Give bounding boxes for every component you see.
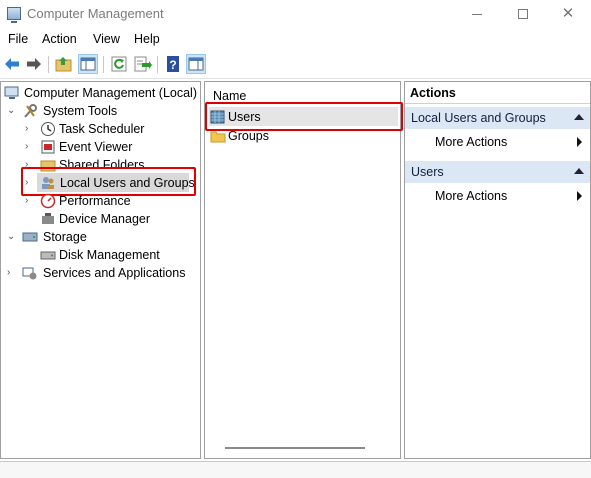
list-item-groups[interactable]: Groups [210, 127, 395, 145]
console-tree-pane[interactable]: Computer Management (Local) ⌄ System Too… [0, 81, 201, 459]
help-button[interactable]: ? [163, 54, 183, 74]
chevron-right-icon[interactable]: › [25, 196, 35, 206]
chevron-right-icon[interactable]: › [7, 268, 17, 278]
menu-file[interactable]: File [8, 32, 28, 46]
menu-bar: File Action View Help [0, 29, 591, 49]
tree-label: Disk Management [59, 248, 160, 262]
menu-help[interactable]: Help [134, 32, 160, 46]
chevron-right-icon[interactable]: › [25, 142, 35, 152]
horizontal-scrollbar[interactable] [225, 447, 365, 449]
toolbar: ? [0, 51, 591, 79]
event-viewer-icon [40, 139, 56, 155]
toolbar-separator [48, 56, 49, 73]
refresh-icon [111, 56, 127, 72]
window-title: Computer Management [27, 6, 164, 21]
computer-management-icon [4, 85, 20, 101]
column-header-name[interactable]: Name [213, 89, 246, 103]
tree-item-storage[interactable]: ⌄ Storage [5, 228, 200, 246]
toolbar-separator [157, 56, 158, 73]
status-bar [0, 461, 591, 478]
tree-label: Services and Applications [43, 266, 186, 280]
chevron-right-icon[interactable]: › [25, 124, 35, 134]
maximize-button[interactable] [500, 0, 546, 28]
submenu-arrow-icon [577, 137, 582, 147]
computer-management-icon [7, 7, 21, 23]
show-hide-action-pane-button[interactable] [186, 54, 206, 74]
results-pane[interactable]: Name Users Groups [204, 81, 403, 459]
tree-label: Device Manager [59, 212, 151, 226]
collapse-up-icon[interactable] [574, 168, 584, 174]
show-hide-console-tree-button[interactable] [78, 54, 98, 74]
tree-label: System Tools [43, 104, 118, 118]
actions-section-local-users-and-groups[interactable]: Local Users and Groups [405, 107, 590, 129]
action-label: More Actions [435, 189, 508, 203]
section-label: Local Users and Groups [411, 111, 546, 125]
tree-item-system-tools[interactable]: ⌄ System Tools [5, 102, 200, 120]
system-tools-icon [22, 103, 38, 119]
tree-item-services-and-applications[interactable]: › Services and Applications [5, 264, 200, 282]
tree-label: Event Viewer [59, 140, 133, 154]
submenu-arrow-icon [577, 191, 582, 201]
tree-item-task-scheduler[interactable]: › Task Scheduler [23, 120, 198, 138]
actions-section-users[interactable]: Users [405, 161, 590, 183]
minimize-button[interactable] [454, 0, 500, 28]
services-applications-icon [22, 265, 38, 281]
tree-item-computer-management[interactable]: Computer Management (Local) [4, 84, 199, 102]
svg-text:?: ? [169, 58, 176, 72]
tree-item-performance[interactable]: › Performance [23, 192, 198, 210]
help-icon: ? [167, 56, 179, 72]
actions-pane: Actions Local Users and Groups More Acti… [404, 81, 591, 459]
tree-label: Performance [59, 194, 131, 208]
close-button[interactable]: ✕ [545, 0, 591, 28]
actions-title: Actions [405, 82, 590, 104]
folder-icon [210, 128, 226, 144]
menu-view[interactable]: View [93, 32, 120, 46]
back-arrow-icon [5, 58, 19, 70]
tree-item-device-manager[interactable]: Device Manager [23, 210, 198, 228]
toolbar-separator [103, 56, 104, 73]
back-button[interactable] [2, 54, 22, 74]
tree-item-event-viewer[interactable]: › Event Viewer [23, 138, 198, 156]
more-actions-item[interactable]: More Actions [405, 186, 590, 206]
forward-button[interactable] [24, 54, 44, 74]
menu-action[interactable]: Action [42, 32, 77, 46]
device-manager-icon [40, 211, 56, 227]
export-list-icon [134, 56, 152, 72]
up-folder-icon [55, 57, 72, 72]
collapse-up-icon[interactable] [574, 114, 584, 120]
refresh-button[interactable] [109, 54, 129, 74]
title-bar: Computer Management ✕ [0, 0, 591, 28]
list-item-label: Groups [228, 129, 269, 143]
chevron-down-icon[interactable]: ⌄ [7, 106, 17, 116]
tree-item-disk-management[interactable]: Disk Management [23, 246, 198, 264]
storage-icon [22, 229, 38, 245]
tree-label: Computer Management (Local) [24, 86, 197, 100]
more-actions-item[interactable]: More Actions [405, 132, 590, 152]
chevron-down-icon[interactable]: ⌄ [7, 232, 17, 242]
section-label: Users [411, 165, 444, 179]
show-hide-action-pane-icon [188, 57, 204, 71]
up-one-level-button[interactable] [54, 54, 74, 74]
export-list-button[interactable] [132, 54, 152, 74]
tree-label: Storage [43, 230, 87, 244]
performance-icon [40, 193, 56, 209]
show-hide-tree-icon [80, 57, 96, 71]
disk-management-icon [40, 247, 56, 263]
task-scheduler-icon [40, 121, 56, 137]
action-label: More Actions [435, 135, 508, 149]
tree-label: Task Scheduler [59, 122, 145, 136]
forward-arrow-icon [27, 58, 41, 70]
